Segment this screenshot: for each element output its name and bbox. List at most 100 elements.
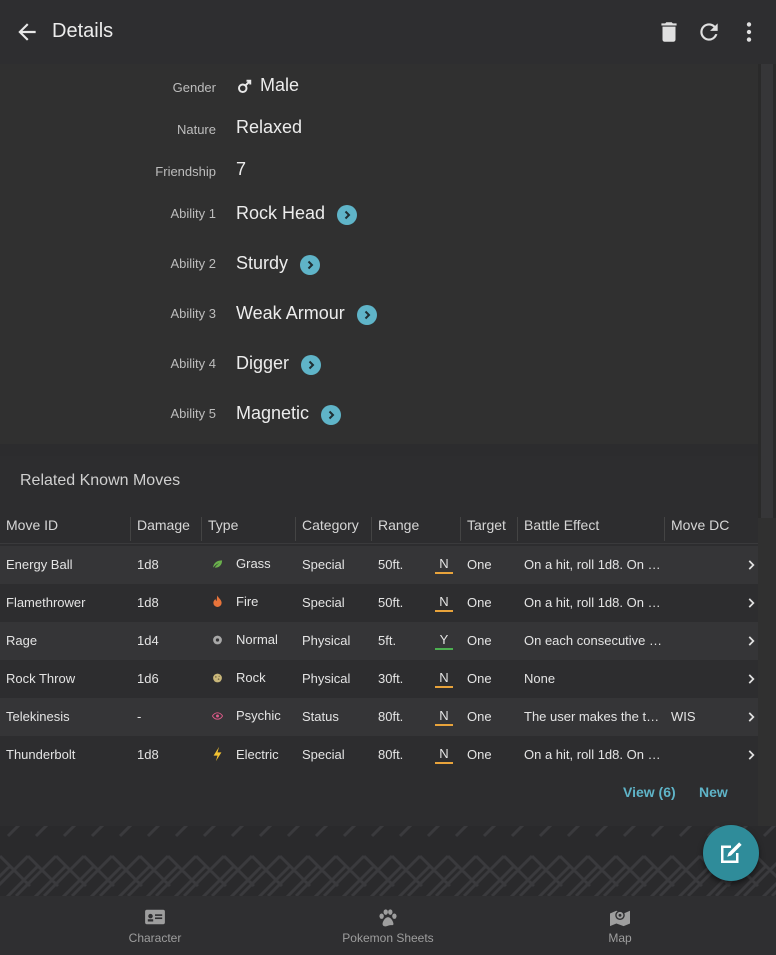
ability-row: Ability 5 Magnetic	[0, 394, 758, 434]
type-cell: Electric	[212, 746, 294, 762]
target-cell: One	[467, 747, 492, 762]
battle-effect-cell: The user makes the tar...	[524, 709, 664, 724]
flag-badge: N	[435, 708, 453, 726]
related-moves-section: Related Known Moves Move ID Damage Type …	[0, 456, 758, 826]
edit-fab-button[interactable]	[703, 825, 759, 881]
chevron-right-icon[interactable]	[744, 634, 758, 648]
damage-cell: 1d4	[137, 633, 159, 648]
chevron-right-icon[interactable]	[744, 558, 758, 572]
trash-icon[interactable]	[656, 18, 682, 46]
category-cell: Physical	[302, 633, 351, 648]
column-header-move-id[interactable]: Move ID	[0, 517, 58, 541]
friendship-label: Friendship	[155, 164, 216, 179]
chevron-right-icon[interactable]	[337, 205, 358, 225]
target-cell: One	[467, 709, 492, 724]
type-label: Rock	[236, 670, 266, 685]
gender-row: Gender Male	[0, 68, 758, 108]
friendship-row: Friendship 7	[0, 152, 758, 192]
table-row[interactable]: Thunderbolt 1d8 Electric Special 80ft. N…	[0, 736, 758, 774]
table-row[interactable]: Rage 1d4 Normal Physical 5ft. Y One On e…	[0, 622, 758, 660]
new-move-link[interactable]: New	[699, 784, 728, 800]
ability-label: Ability 1	[170, 206, 216, 221]
battle-effect-cell: On each consecutive tu...	[524, 633, 664, 648]
type-cell: Rock	[212, 670, 294, 685]
nav-label: Character	[128, 931, 182, 945]
chevron-right-icon[interactable]	[356, 305, 377, 325]
damage-cell: 1d8	[137, 747, 159, 762]
leaf-icon	[212, 557, 230, 571]
arrow-back-icon[interactable]	[14, 19, 40, 45]
ability-row: Ability 3 Weak Armour	[0, 294, 758, 334]
target-cell: One	[467, 671, 492, 686]
target-cell: One	[467, 633, 492, 648]
male-symbol-icon	[238, 79, 252, 93]
target-cell: One	[467, 595, 492, 610]
more-vert-icon[interactable]	[736, 18, 762, 46]
move-id-cell: Thunderbolt	[6, 747, 76, 762]
scrollbar[interactable]	[758, 64, 776, 518]
page-title: Details	[52, 20, 114, 42]
nav-character[interactable]: Character	[26, 896, 284, 955]
column-header-range[interactable]: Range	[371, 517, 419, 541]
eye-icon	[212, 710, 230, 722]
battle-effect-cell: On a hit, roll 1d8. On an...	[524, 595, 664, 610]
ability-label: Ability 5	[170, 406, 216, 421]
column-header-type[interactable]: Type	[201, 517, 238, 541]
ability-label: Ability 3	[170, 306, 216, 321]
flag-badge: N	[435, 746, 453, 764]
table-row[interactable]: Telekinesis - Psychic Status 80ft. N One…	[0, 698, 758, 736]
table-row[interactable]: Flamethrower 1d8 Fire Special 50ft. N On…	[0, 584, 758, 622]
pattern-divider	[0, 444, 758, 456]
ability-row: Ability 4 Digger	[0, 344, 758, 384]
chevron-right-icon[interactable]	[744, 748, 758, 762]
move-id-cell: Telekinesis	[6, 709, 70, 724]
nature-value: Relaxed	[236, 117, 303, 137]
flag-badge: N	[435, 556, 453, 574]
edit-icon	[721, 842, 742, 863]
range-cell: 30ft.	[378, 671, 404, 686]
gender-label: Gender	[172, 80, 216, 95]
section-title: Related Known Moves	[20, 472, 181, 489]
column-header-target[interactable]: Target	[460, 517, 506, 541]
chevron-right-icon[interactable]	[300, 255, 321, 275]
type-cell: Normal	[212, 632, 294, 647]
type-label: Electric	[236, 746, 279, 762]
chevron-right-icon[interactable]	[321, 405, 342, 425]
view-moves-link[interactable]: View (6)	[623, 784, 676, 800]
ability-value: Digger	[236, 352, 290, 373]
chevron-right-icon[interactable]	[744, 596, 758, 610]
column-header-move-dc[interactable]: Move DC	[664, 517, 729, 541]
type-cell: Fire	[212, 594, 294, 609]
ability-value: Sturdy	[236, 252, 289, 273]
type-label: Psychic	[236, 708, 281, 723]
ability-label: Ability 4	[170, 356, 216, 371]
category-cell: Special	[302, 747, 345, 762]
nav-pokemon-sheets[interactable]: Pokemon Sheets	[259, 896, 517, 955]
chevron-right-icon[interactable]	[744, 672, 758, 686]
battle-effect-cell: On a hit, roll 1d8. On an...	[524, 747, 664, 762]
flame-icon	[212, 594, 230, 609]
move-id-cell: Flamethrower	[6, 595, 86, 610]
chevron-right-icon[interactable]	[744, 710, 758, 724]
ability-value: Magnetic	[236, 402, 310, 423]
range-cell: 5ft.	[378, 633, 397, 648]
chevron-right-icon[interactable]	[301, 355, 322, 375]
column-header-category[interactable]: Category	[295, 517, 359, 541]
column-header-damage[interactable]: Damage	[130, 517, 190, 541]
nav-map[interactable]: Map	[491, 896, 749, 955]
id-card-icon	[145, 909, 165, 925]
ability-row: Ability 1 Rock Head	[0, 194, 758, 234]
bolt-icon	[212, 746, 230, 762]
type-label: Normal	[236, 632, 278, 647]
column-header-battle-effect[interactable]: Battle Effect	[517, 517, 599, 541]
refresh-icon[interactable]	[696, 18, 722, 46]
scrollbar-thumb[interactable]	[761, 64, 773, 518]
details-panel: Gender Male Nature Relaxed Friendship 7 …	[0, 64, 758, 450]
table-row[interactable]: Energy Ball 1d8 Grass Special 50ft. N On…	[0, 546, 758, 584]
table-row[interactable]: Rock Throw 1d6 Rock Physical 30ft. N One…	[0, 660, 758, 698]
nature-label: Nature	[176, 122, 216, 137]
background-pattern	[0, 826, 776, 896]
paw-icon	[379, 909, 397, 927]
app-bar: Details	[0, 0, 776, 64]
gender-value: Male	[260, 75, 300, 95]
